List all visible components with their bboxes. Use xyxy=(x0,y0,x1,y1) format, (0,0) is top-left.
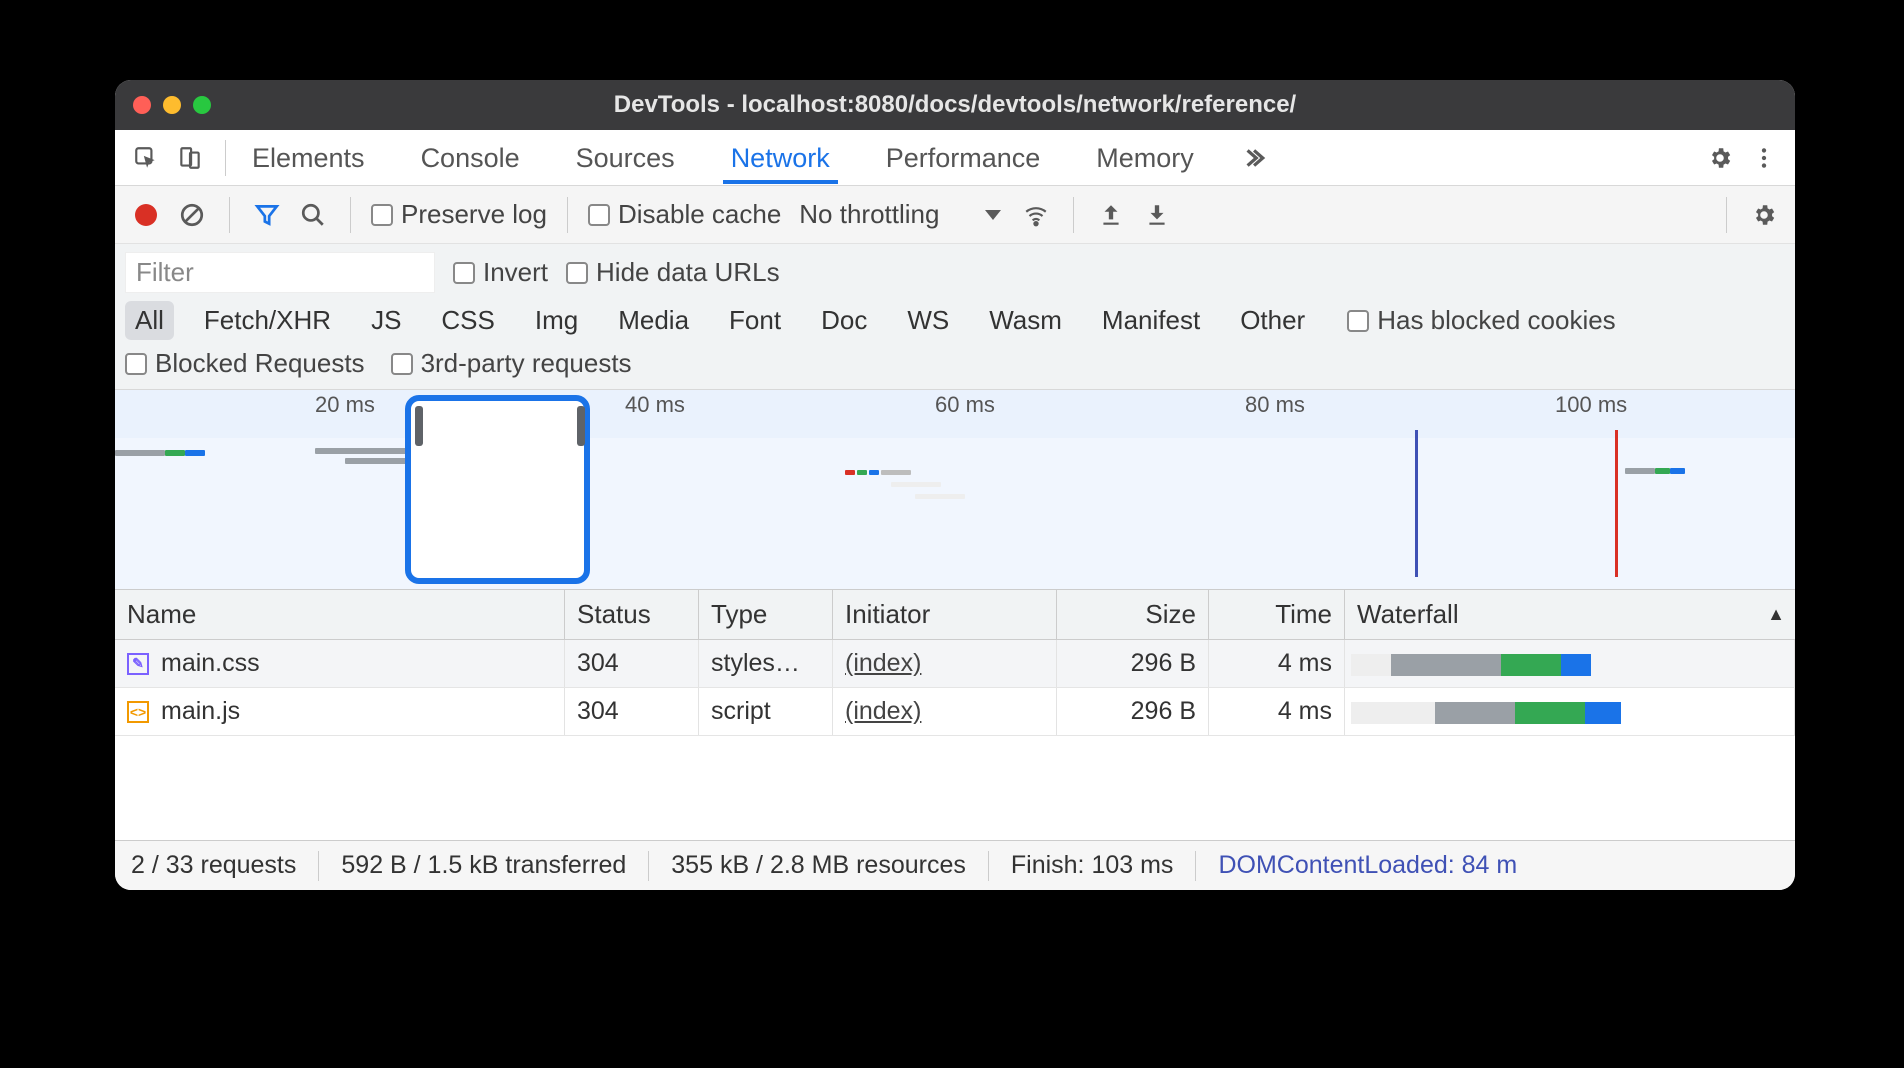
waterfall-cell xyxy=(1345,640,1795,687)
type-manifest[interactable]: Manifest xyxy=(1092,301,1210,340)
network-conditions-icon[interactable] xyxy=(1019,198,1053,232)
separator xyxy=(225,140,226,176)
panel-settings-icon[interactable] xyxy=(1747,198,1781,232)
download-har-icon[interactable] xyxy=(1140,198,1174,232)
status-transferred: 592 B / 1.5 kB transferred xyxy=(341,851,626,880)
type-ws[interactable]: WS xyxy=(897,301,959,340)
tab-network[interactable]: Network xyxy=(723,131,838,184)
filter-input[interactable]: Filter xyxy=(125,252,435,293)
search-icon[interactable] xyxy=(296,198,330,232)
col-status[interactable]: Status xyxy=(565,590,699,639)
overview-handle-left[interactable] xyxy=(415,406,423,446)
clear-icon[interactable] xyxy=(175,198,209,232)
type-fetch-xhr[interactable]: Fetch/XHR xyxy=(194,301,341,340)
overview-handle-right[interactable] xyxy=(577,406,585,446)
titlebar: DevTools - localhost:8080/docs/devtools/… xyxy=(115,80,1795,130)
has-blocked-cookies-checkbox[interactable]: Has blocked cookies xyxy=(1347,305,1615,336)
tab-performance[interactable]: Performance xyxy=(878,131,1049,184)
type-js[interactable]: JS xyxy=(361,301,411,340)
tick-20ms: 20 ms xyxy=(315,392,375,418)
status-bar: 2 / 33 requests 592 B / 1.5 kB transferr… xyxy=(115,840,1795,890)
initiator-link[interactable]: (index) xyxy=(845,697,921,726)
separator xyxy=(229,197,230,233)
tick-60ms: 60 ms xyxy=(935,392,995,418)
throttling-value: No throttling xyxy=(799,199,939,230)
separator xyxy=(1726,197,1727,233)
window-title: DevTools - localhost:8080/docs/devtools/… xyxy=(115,91,1795,119)
col-type[interactable]: Type xyxy=(699,590,833,639)
upload-har-icon[interactable] xyxy=(1094,198,1128,232)
tab-console[interactable]: Console xyxy=(413,131,528,184)
overview-timeline[interactable]: 20 ms 40 ms 60 ms 80 ms 100 ms xyxy=(115,390,1795,590)
status-finish: Finish: 103 ms xyxy=(1011,851,1174,880)
type-media[interactable]: Media xyxy=(608,301,699,340)
kebab-menu-icon[interactable] xyxy=(1747,141,1781,175)
status-domcontentloaded: DOMContentLoaded: 84 m xyxy=(1218,851,1517,880)
col-name[interactable]: Name xyxy=(115,590,565,639)
script-icon: <> xyxy=(127,701,149,723)
tab-memory[interactable]: Memory xyxy=(1088,131,1202,184)
overview-selection[interactable] xyxy=(405,395,590,584)
type-wasm[interactable]: Wasm xyxy=(979,301,1072,340)
col-size[interactable]: Size xyxy=(1057,590,1209,639)
devtools-window: DevTools - localhost:8080/docs/devtools/… xyxy=(115,80,1795,890)
inspect-element-icon[interactable] xyxy=(129,141,163,175)
waterfall-cell xyxy=(1345,688,1795,735)
table-row[interactable]: ✎main.css 304 styles… (index) 296 B 4 ms xyxy=(115,640,1795,688)
col-initiator[interactable]: Initiator xyxy=(833,590,1057,639)
network-toolbar: Preserve log Disable cache No throttling xyxy=(115,186,1795,244)
more-tabs-icon[interactable] xyxy=(1236,141,1270,175)
tab-elements[interactable]: Elements xyxy=(244,131,373,184)
table-row[interactable]: <>main.js 304 script (index) 296 B 4 ms xyxy=(115,688,1795,736)
disable-cache-label: Disable cache xyxy=(618,199,781,230)
chevron-down-icon xyxy=(985,210,1001,220)
type-font[interactable]: Font xyxy=(719,301,791,340)
settings-icon[interactable] xyxy=(1703,141,1737,175)
tick-100ms: 100 ms xyxy=(1555,392,1627,418)
type-all[interactable]: All xyxy=(125,301,174,340)
tick-40ms: 40 ms xyxy=(625,392,685,418)
hide-data-urls-checkbox[interactable]: Hide data URLs xyxy=(566,257,780,288)
sort-indicator-icon: ▲ xyxy=(1767,604,1785,625)
filter-panel: Filter Invert Hide data URLs All Fetch/X… xyxy=(115,244,1795,390)
separator xyxy=(350,197,351,233)
load-marker xyxy=(1615,430,1618,577)
domcontentloaded-marker xyxy=(1415,430,1418,577)
filter-icon[interactable] xyxy=(250,198,284,232)
tick-80ms: 80 ms xyxy=(1245,392,1305,418)
stylesheet-icon: ✎ xyxy=(127,653,149,675)
type-css[interactable]: CSS xyxy=(431,301,504,340)
separator xyxy=(567,197,568,233)
type-filter-row: All Fetch/XHR JS CSS Img Media Font Doc … xyxy=(125,301,1785,340)
device-toolbar-icon[interactable] xyxy=(173,141,207,175)
type-img[interactable]: Img xyxy=(525,301,588,340)
record-button[interactable] xyxy=(129,198,163,232)
type-other[interactable]: Other xyxy=(1230,301,1315,340)
network-table-body: ✎main.css 304 styles… (index) 296 B 4 ms… xyxy=(115,640,1795,736)
third-party-checkbox[interactable]: 3rd-party requests xyxy=(391,348,632,379)
type-doc[interactable]: Doc xyxy=(811,301,877,340)
separator xyxy=(1073,197,1074,233)
blocked-requests-checkbox[interactable]: Blocked Requests xyxy=(125,348,365,379)
preserve-log-label: Preserve log xyxy=(401,199,547,230)
invert-checkbox[interactable]: Invert xyxy=(453,257,548,288)
col-waterfall[interactable]: Waterfall▲ xyxy=(1345,590,1795,639)
status-requests: 2 / 33 requests xyxy=(131,851,296,880)
tab-sources[interactable]: Sources xyxy=(568,131,683,184)
preserve-log-checkbox[interactable]: Preserve log xyxy=(371,199,547,230)
disable-cache-checkbox[interactable]: Disable cache xyxy=(588,199,781,230)
network-table-header: Name Status Type Initiator Size Time Wat… xyxy=(115,590,1795,640)
status-resources: 355 kB / 2.8 MB resources xyxy=(671,851,966,880)
col-time[interactable]: Time xyxy=(1209,590,1345,639)
initiator-link[interactable]: (index) xyxy=(845,649,921,678)
throttling-select[interactable]: No throttling xyxy=(793,195,1007,234)
panels-tabbar: Elements Console Sources Network Perform… xyxy=(115,130,1795,186)
